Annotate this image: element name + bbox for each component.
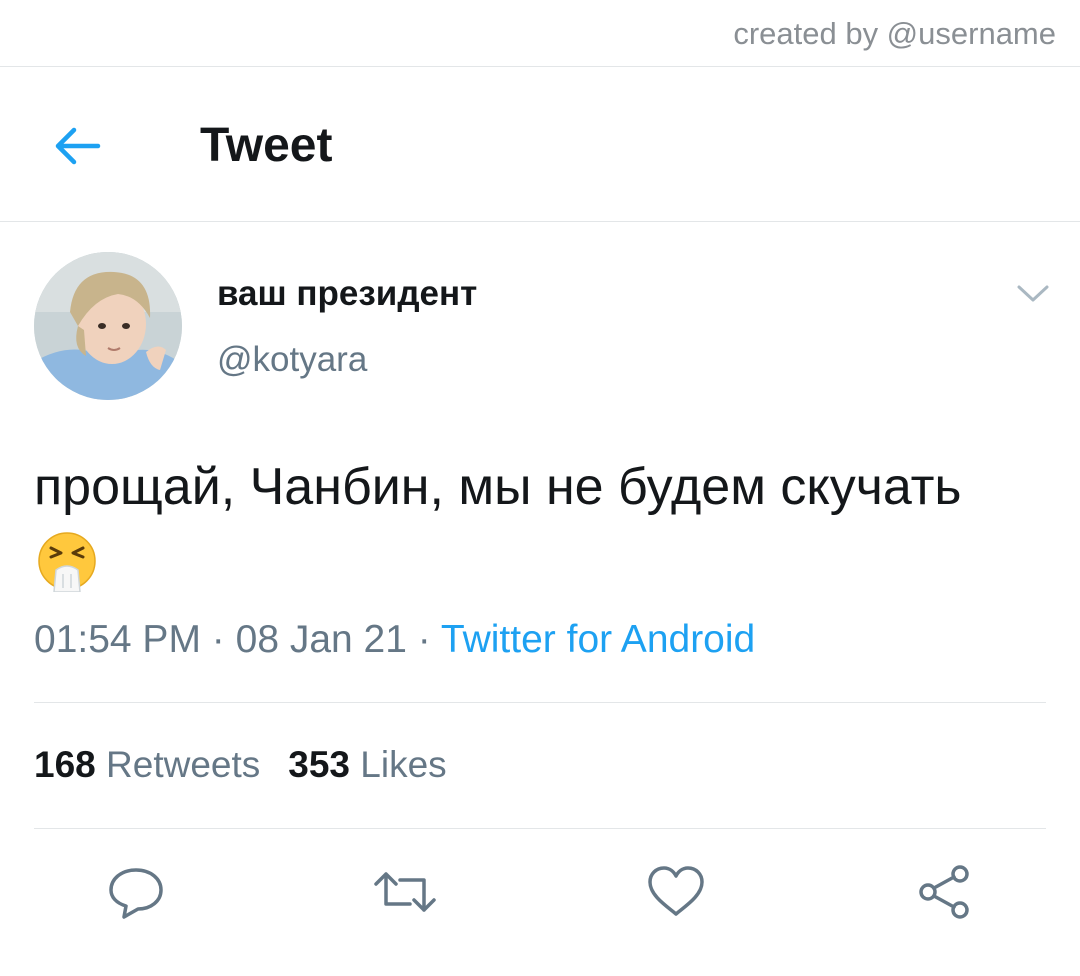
heart-icon — [648, 866, 704, 916]
tweet-menu-button[interactable] — [1014, 280, 1052, 306]
tweet-text: прощай, Чанбин, мы не будем скучать — [34, 448, 1014, 604]
share-icon — [919, 865, 969, 919]
retweet-icon — [374, 872, 436, 912]
likes-stat[interactable]: 353 Likes — [288, 744, 446, 785]
avatar-image — [34, 252, 182, 400]
share-button[interactable] — [914, 864, 974, 920]
header-divider — [0, 221, 1080, 222]
watermark: created by @username — [733, 16, 1056, 51]
retweets-count: 168 — [34, 744, 96, 785]
stats-divider — [34, 828, 1046, 829]
reply-button[interactable] — [106, 864, 166, 920]
meta-separator: · — [211, 618, 225, 661]
likes-label: Likes — [360, 744, 447, 785]
display-name[interactable]: ваш президент — [217, 274, 477, 314]
tweet-stats: 168 Retweets 353 Likes — [34, 744, 475, 786]
tweet-time: 01:54 PM — [34, 618, 201, 661]
chevron-down-icon — [1017, 285, 1049, 302]
retweet-button[interactable] — [370, 864, 436, 920]
tweet-meta: 01:54 PM · 08 Jan 21 · Twitter for Andro… — [34, 618, 755, 662]
likes-count: 353 — [288, 744, 350, 785]
meta-separator: · — [417, 618, 431, 661]
avatar[interactable] — [34, 252, 182, 400]
arrow-left-icon — [55, 127, 101, 165]
meta-divider — [34, 702, 1046, 703]
tweet-source-link[interactable]: Twitter for Android — [441, 618, 755, 661]
retweets-stat[interactable]: 168 Retweets — [34, 744, 260, 785]
like-button[interactable] — [646, 864, 706, 920]
reply-icon — [109, 868, 163, 919]
back-button[interactable] — [50, 122, 104, 170]
tweet-date: 08 Jan 21 — [235, 618, 407, 661]
sneezing-face-emoji — [36, 530, 98, 593]
retweets-label: Retweets — [106, 744, 261, 785]
tweet-body: прощай, Чанбин, мы не будем скучать — [34, 458, 962, 516]
top-divider — [0, 66, 1080, 67]
page-title: Tweet — [200, 119, 333, 172]
user-handle[interactable]: @kotyara — [217, 340, 367, 380]
